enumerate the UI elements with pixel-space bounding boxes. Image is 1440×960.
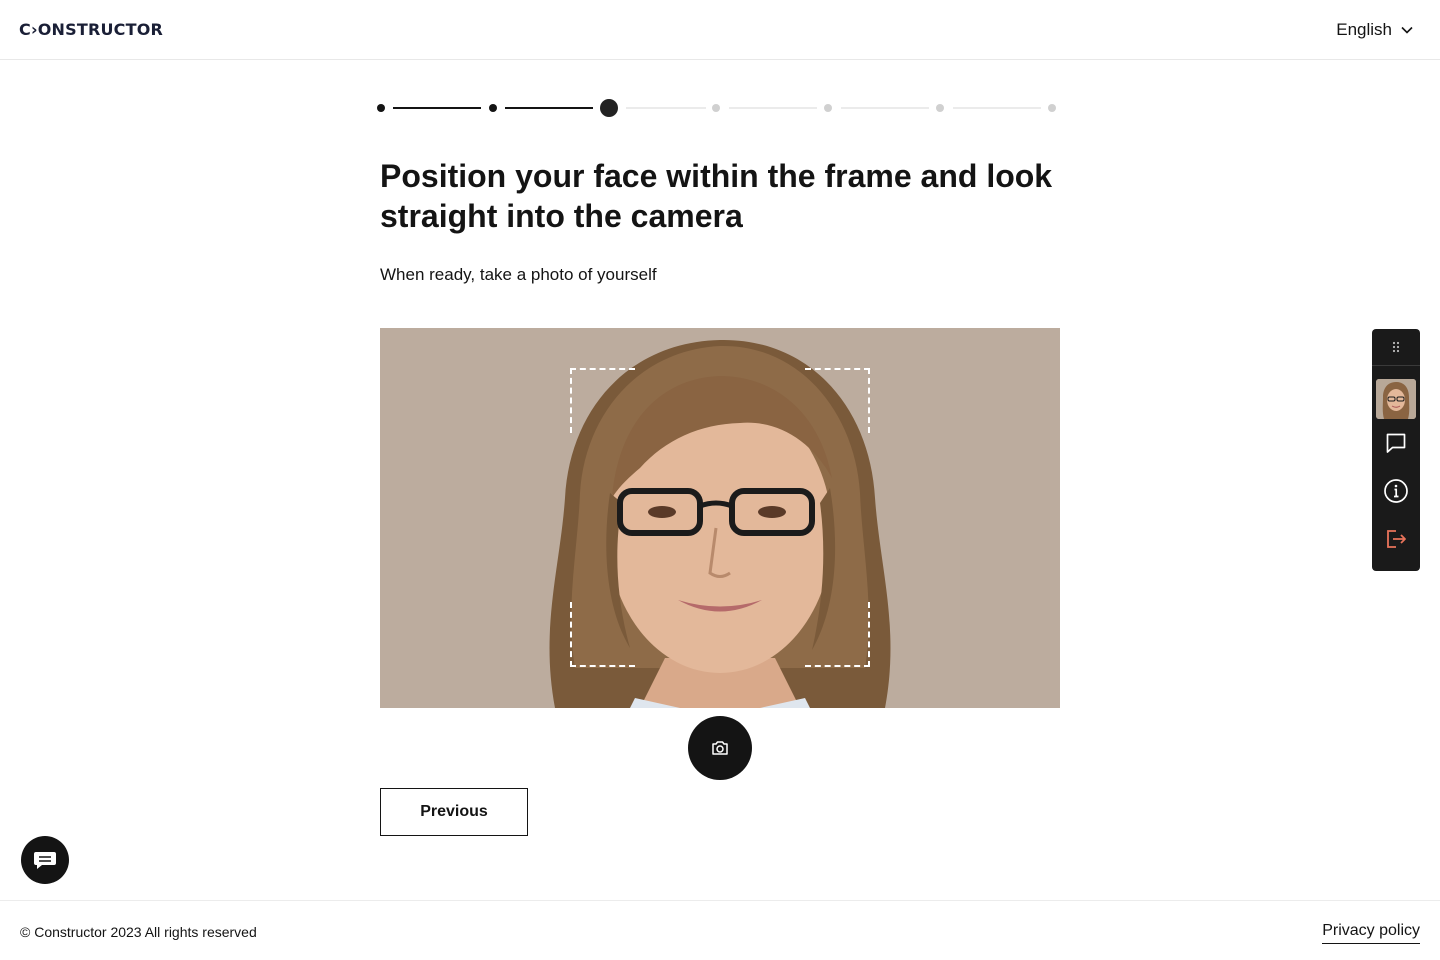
- language-label: English: [1336, 20, 1392, 39]
- frame-corner-top-right: [805, 368, 870, 433]
- chat-button[interactable]: [1372, 426, 1420, 460]
- step-6-dot: [936, 104, 944, 112]
- step-5-dot: [824, 104, 832, 112]
- step-connector: [626, 107, 706, 109]
- progress-stepper: [372, 96, 1068, 120]
- step-7-dot: [1048, 104, 1056, 112]
- drag-handle-icon: [1392, 341, 1400, 353]
- copyright-text: © Constructor 2023 All rights reserved: [20, 924, 257, 940]
- logout-icon: [1387, 530, 1406, 548]
- info-button[interactable]: [1372, 474, 1420, 508]
- take-photo-button[interactable]: [688, 716, 752, 780]
- chevron-down-icon: [1401, 26, 1413, 34]
- avatar-image: [1376, 379, 1416, 419]
- logout-button[interactable]: [1372, 522, 1420, 556]
- side-toolbar: [1372, 329, 1420, 571]
- page-title: Position your face within the frame and …: [380, 158, 1053, 234]
- privacy-policy-link[interactable]: Privacy policy: [1322, 921, 1420, 944]
- step-1-dot: [377, 104, 385, 112]
- frame-corner-bottom-right: [805, 602, 870, 667]
- header: C›ONSTRUCTOR English: [0, 0, 1440, 60]
- drag-handle[interactable]: [1372, 329, 1420, 366]
- frame-corner-top-left: [570, 368, 635, 433]
- step-connector: [729, 107, 817, 109]
- step-connector: [953, 107, 1041, 109]
- camera-preview: [380, 328, 1060, 708]
- face-image: [549, 339, 891, 708]
- footer: © Constructor 2023 All rights reserved P…: [0, 900, 1440, 960]
- step-connector: [505, 107, 593, 109]
- previous-button[interactable]: Previous: [380, 788, 528, 836]
- language-selector[interactable]: English: [1336, 19, 1414, 41]
- step-3-dot-current: [600, 99, 618, 117]
- chat-icon: [1386, 433, 1406, 453]
- chat-widget-button[interactable]: [21, 836, 69, 884]
- step-connector: [393, 107, 481, 109]
- chat-bubble-icon: [34, 852, 56, 869]
- info-icon: [1384, 479, 1408, 503]
- frame-corner-bottom-left: [570, 602, 635, 667]
- step-2-dot: [489, 104, 497, 112]
- step-connector: [841, 107, 929, 109]
- page-subtitle: When ready, take a photo of yourself: [380, 265, 657, 284]
- avatar[interactable]: [1376, 379, 1416, 419]
- camera-icon: [712, 741, 728, 755]
- step-4-dot: [712, 104, 720, 112]
- constructor-logo[interactable]: C›ONSTRUCTOR: [19, 20, 163, 40]
